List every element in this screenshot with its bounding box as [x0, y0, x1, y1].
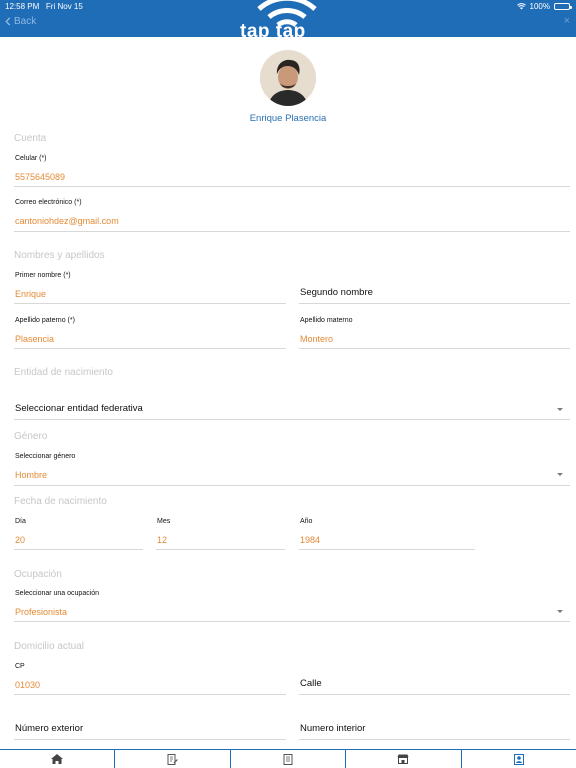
- mes-label: Mes: [157, 518, 171, 525]
- logo-text: tap tap: [240, 21, 306, 37]
- entidad-underline: [14, 419, 570, 420]
- section-genero: Género: [14, 431, 48, 442]
- anio-field[interactable]: 1984: [300, 535, 320, 545]
- wifi-icon: [516, 3, 526, 10]
- status-time: 12:58 PM Fri Nov 15: [5, 2, 83, 11]
- segundo-nombre-underline: [299, 303, 570, 304]
- battery-icon: [554, 3, 572, 10]
- cp-underline: [14, 694, 286, 695]
- ocupacion-label: Seleccionar una ocupación: [15, 590, 100, 597]
- apellido-materno-underline: [299, 348, 570, 349]
- top-bar: 12:58 PM Fri Nov 15 100% Back tap tap ×: [0, 0, 576, 37]
- primer-nombre-underline: [14, 303, 286, 304]
- section-entidad: Entidad de nacimiento: [14, 367, 113, 378]
- tab-edit[interactable]: [115, 750, 231, 768]
- mes-underline: [156, 549, 285, 550]
- genero-underline: [14, 485, 570, 486]
- tab-home[interactable]: [0, 750, 116, 768]
- edit-document-icon: [167, 753, 179, 765]
- close-button[interactable]: ×: [564, 15, 570, 27]
- correo-label: Correo electrónico (*): [15, 199, 82, 206]
- home-icon: [51, 754, 64, 764]
- numero-interior-field[interactable]: Numero interior: [300, 723, 365, 734]
- tap-tap-logo: tap tap: [232, 0, 342, 37]
- apellido-materno-label: Apellido materno: [300, 317, 353, 324]
- tab-profile[interactable]: [462, 750, 576, 768]
- section-nombres: Nombres y apellidos: [14, 250, 105, 261]
- profile-name[interactable]: Enrique Plasencia: [0, 113, 576, 124]
- cp-label: CP: [15, 663, 25, 670]
- calle-underline: [299, 694, 570, 695]
- chevron-left-icon: [5, 17, 11, 26]
- anio-label: Año: [300, 518, 313, 525]
- dia-underline: [14, 549, 143, 550]
- email-underline: [14, 231, 570, 232]
- cp-field[interactable]: 01030: [15, 680, 40, 690]
- celular-field[interactable]: 5575645089: [15, 172, 65, 182]
- email-field[interactable]: cantoniohdez@gmail.com: [15, 216, 119, 226]
- battery-percent: 100%: [529, 2, 550, 11]
- apellido-paterno-underline: [14, 348, 286, 349]
- avatar[interactable]: [260, 50, 316, 106]
- back-label: Back: [14, 16, 37, 27]
- genero-select[interactable]: Hombre: [15, 470, 47, 480]
- primer-nombre-field[interactable]: Enrique: [15, 289, 46, 299]
- ocupacion-select[interactable]: Profesionista: [15, 607, 67, 617]
- entidad-select[interactable]: Seleccionar entidad federativa: [15, 403, 143, 414]
- numero-exterior-underline: [14, 739, 286, 740]
- section-cuenta: Cuenta: [14, 133, 47, 144]
- mes-field[interactable]: 12: [157, 535, 167, 545]
- numero-interior-underline: [299, 739, 570, 740]
- chevron-down-icon[interactable]: [557, 408, 563, 411]
- back-button[interactable]: Back: [5, 16, 36, 27]
- section-ocupacion: Ocupación: [14, 569, 62, 580]
- celular-underline: [14, 186, 570, 187]
- anio-underline: [299, 549, 475, 550]
- dia-label: Día: [15, 518, 26, 525]
- chevron-down-icon[interactable]: [557, 610, 563, 613]
- primer-nombre-label: Primer nombre (*): [15, 272, 71, 279]
- apellido-paterno-label: Apellido paterno (*): [15, 317, 75, 324]
- profile-card-icon: [513, 753, 524, 765]
- numero-exterior-field[interactable]: Número exterior: [15, 723, 83, 734]
- ocupacion-underline: [14, 621, 570, 622]
- section-fecha: Fecha de nacimiento: [14, 496, 107, 507]
- store-icon: [397, 754, 409, 764]
- calle-field[interactable]: Calle: [300, 678, 322, 689]
- chevron-down-icon[interactable]: [557, 473, 563, 476]
- celular-label: Celular (*): [15, 155, 47, 162]
- tab-receipts[interactable]: [231, 750, 347, 768]
- receipt-icon: [283, 753, 293, 765]
- section-domicilio: Domicilio actual: [14, 641, 85, 652]
- genero-label: Seleccionar género: [15, 453, 76, 460]
- tab-store[interactable]: [346, 750, 462, 768]
- segundo-nombre-field[interactable]: Segundo nombre: [300, 287, 373, 298]
- tab-bar: [0, 749, 576, 768]
- status-indicators: 100%: [516, 2, 572, 11]
- apellido-paterno-field[interactable]: Plasencia: [15, 334, 54, 344]
- dia-field[interactable]: 20: [15, 535, 25, 545]
- apellido-materno-field[interactable]: Montero: [300, 334, 333, 344]
